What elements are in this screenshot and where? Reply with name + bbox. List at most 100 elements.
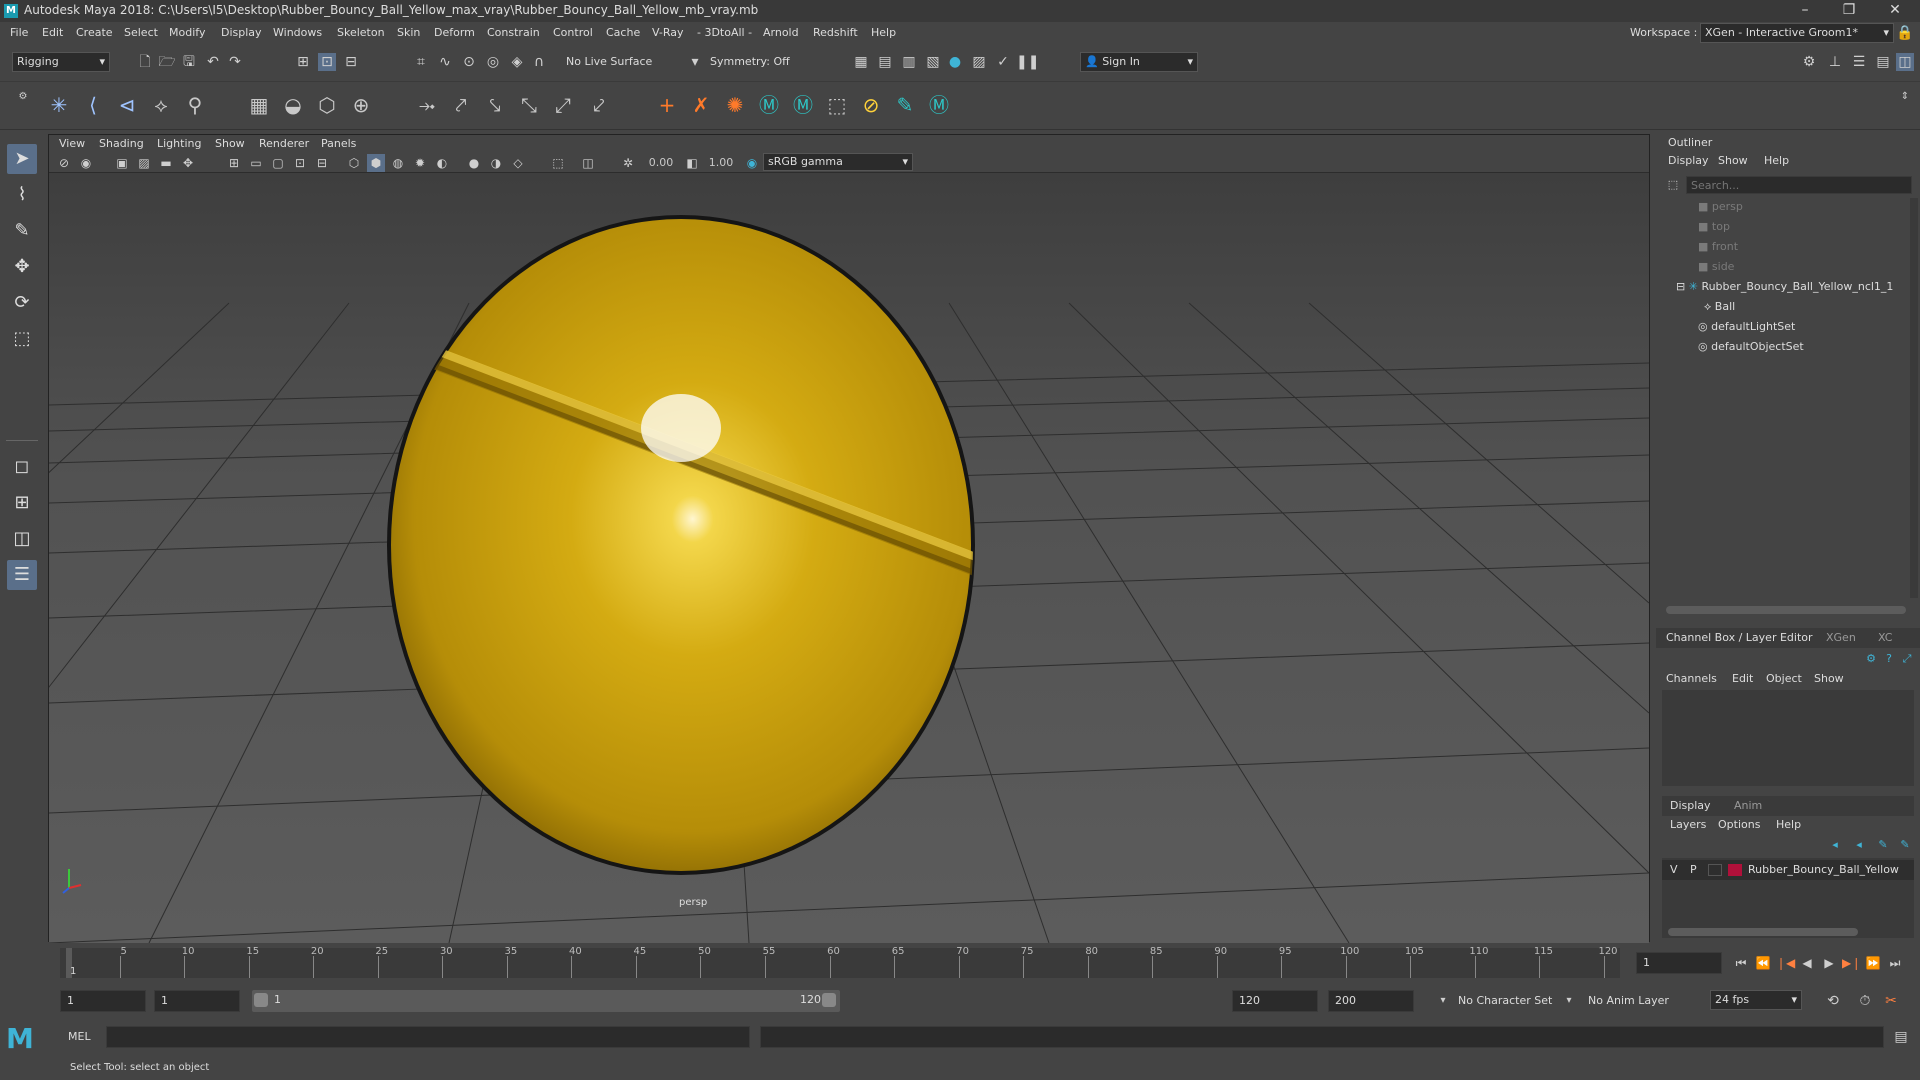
xray-icon[interactable]: ◫ [579,154,597,172]
channel-box-pin-icon[interactable]: ⤢ [1898,650,1916,668]
exposure-icon[interactable]: ✲ [619,154,637,172]
channel-menu-object[interactable]: Object [1766,672,1802,685]
sign-in-dropdown[interactable]: 👤 Sign In ▾ [1080,52,1198,72]
layer-menu-options[interactable]: Options [1718,818,1760,831]
loop-icon[interactable]: ⟲ [1824,992,1842,1010]
humanik-icon[interactable]: ⚲ [182,92,208,118]
layer-row[interactable]: V P Rubber_Bouncy_Ball_Yellow [1662,860,1914,880]
rigid-bind-icon[interactable]: ◒ [280,92,306,118]
menu-redshift[interactable]: Redshift [813,26,858,39]
paint-weights-icon[interactable]: ⬡ [314,92,340,118]
collapse-icon[interactable]: ⊟ [1676,280,1685,293]
viewport-menu-shading[interactable]: Shading [99,137,144,150]
play-backwards-icon[interactable]: ◀ [1798,954,1816,972]
menu-help[interactable]: Help [871,26,896,39]
channel-box-help-icon[interactable]: ? [1880,650,1898,668]
filter-icon[interactable]: ⬚ [1664,176,1682,194]
outliner-item[interactable]: ◎ defaultObjectSet [1698,338,1920,356]
go-to-start-icon[interactable]: ⏮ [1732,954,1750,972]
resolution-gate-icon[interactable]: ▢ [269,154,287,172]
close-button[interactable]: ✕ [1880,2,1910,18]
save-scene-icon[interactable]: 🖫 [180,53,198,71]
mirror-joint-icon[interactable]: ⟡ [148,92,174,118]
ik-handle-icon[interactable]: ⟨ [80,92,106,118]
channel-box-tool-icon[interactable]: ⚙ [1862,650,1880,668]
outliner-item[interactable]: ■ side [1698,258,1920,276]
empty-slot-icon[interactable]: ⬚ [824,92,850,118]
select-object-icon[interactable]: ⊡ [318,53,336,71]
camera-select-icon[interactable]: ⊘ [55,154,73,172]
antialiasing-icon[interactable]: ◇ [509,154,527,172]
layer-horizontal-scrollbar[interactable] [1668,928,1858,936]
play-forwards-icon[interactable]: ▶ [1820,954,1838,972]
step-forward-frame-icon[interactable]: ▶❘ [1842,954,1861,972]
outliner-search-input[interactable] [1686,176,1912,194]
render-frame-icon[interactable]: ▦ [852,53,870,71]
joint-tool-icon[interactable]: ✳ [46,92,72,118]
image-plane-icon[interactable]: ▨ [135,154,153,172]
tab-display-layers[interactable]: Display [1670,799,1711,812]
outliner-menu-help[interactable]: Help [1764,154,1789,167]
ipr-render-icon[interactable]: ▥ [900,53,918,71]
channel-menu-channels[interactable]: Channels [1666,672,1717,685]
script-language-toggle[interactable]: MEL [68,1030,91,1043]
open-scene-icon[interactable]: 🗁 [158,53,176,71]
snap-point-icon[interactable]: ⊙ [460,53,478,71]
hik-icon-1[interactable]: Ⓜ [756,92,782,118]
menu-edit[interactable]: Edit [42,26,63,39]
ambient-occlusion-icon[interactable]: ● [465,154,483,172]
step-back-key-icon[interactable]: ⏪ [1754,954,1772,972]
menu-arnold[interactable]: Arnold [763,26,799,39]
outliner-layout-icon[interactable]: ☰ [7,560,37,590]
isolate-select-icon[interactable]: ⬚ [549,154,567,172]
time-ruler[interactable]: 1 5 10 15 20 25 30 35 40 45 50 55 60 65 70 75 80 85 90 95 1… [60,946,1620,978]
point-constraint-icon[interactable]: ⤞ [414,92,440,118]
blend-shape-icon[interactable]: ⊘ [858,92,884,118]
snap-grid-icon[interactable]: ⌗ [412,53,430,71]
lasso-tool-icon[interactable]: ⌇ [7,180,37,210]
range-start-handle[interactable] [254,993,268,1007]
render-settings-icon[interactable]: ▧ [924,53,942,71]
smooth-shade-icon[interactable]: ⬢ [367,154,385,172]
snap-curve-icon[interactable]: ∿ [436,53,454,71]
viewport-menu-lighting[interactable]: Lighting [157,137,201,150]
new-layer-selected-icon[interactable]: ✎ [1896,836,1914,854]
snap-view-icon[interactable]: ◎ [484,53,502,71]
menu-constrain[interactable]: Constrain [487,26,540,39]
layer-menu-layers[interactable]: Layers [1670,818,1706,831]
smooth-bind-icon[interactable]: ▦ [246,92,272,118]
channel-menu-show[interactable]: Show [1814,672,1844,685]
outliner-menu-show[interactable]: Show [1718,154,1748,167]
layer-visibility-toggle[interactable]: V [1670,863,1678,876]
menu-vray[interactable]: V-Ray [652,26,684,39]
chevron-down-icon[interactable]: ▾ [1434,992,1452,1010]
snap-magnet-icon[interactable]: ∩ [530,53,548,71]
go-to-end-icon[interactable]: ⏭ [1886,954,1904,972]
render-view-icon[interactable]: ▨ [970,53,988,71]
shelf-options-icon[interactable]: ⚙ [14,88,32,106]
rotate-tool-icon[interactable]: ⟳ [7,288,37,318]
layer-playback-toggle[interactable]: P [1690,863,1697,876]
animation-end-field[interactable]: 200 [1328,990,1414,1012]
gate-mask-icon[interactable]: ⊡ [291,154,309,172]
layer-color-swatch[interactable] [1728,864,1742,876]
menu-control[interactable]: Control [553,26,593,39]
color-management-icon[interactable]: ◉ [743,154,761,172]
view-transform-dropdown[interactable]: sRGB gamma ▾ [763,153,913,171]
menu-skin[interactable]: Skin [397,26,420,39]
gamma-field[interactable]: 1.00 [701,156,741,169]
move-layer-down-icon[interactable]: ◂ [1850,836,1868,854]
tab-anim-layers[interactable]: Anim [1734,799,1762,812]
channel-menu-edit[interactable]: Edit [1732,672,1753,685]
viewport-menu-show[interactable]: Show [215,137,245,150]
pause-icon[interactable]: ❚❚ [1016,53,1039,71]
paint-select-icon[interactable]: ✎ [7,216,37,246]
menu-modify[interactable]: Modify [169,26,205,39]
hik-icon-3[interactable]: Ⓜ [926,92,952,118]
move-tool-icon[interactable]: ✥ [7,252,37,282]
field-chart-icon[interactable]: ⊟ [313,154,331,172]
modeling-toolkit-icon[interactable]: ⚙ [1800,53,1818,71]
tab-xgen[interactable]: XGen [1826,631,1856,644]
paint-skin-icon[interactable]: ✎ [892,92,918,118]
step-back-frame-icon[interactable]: ❘◀ [1776,954,1795,972]
